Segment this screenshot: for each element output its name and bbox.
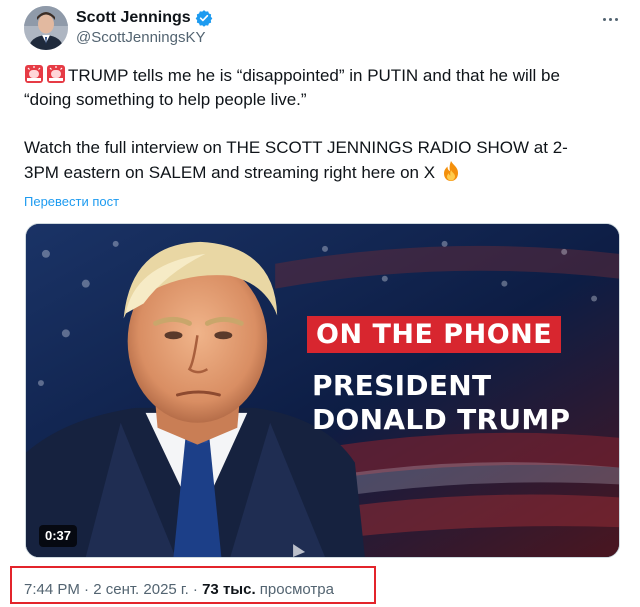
fire-icon <box>443 161 458 181</box>
verified-badge-icon <box>195 10 213 27</box>
tweet-text-line-2: “doing something to help people live.” <box>24 90 307 109</box>
tweet-text-line-1: TRUMP tells me he is “disappointed” in P… <box>68 66 560 85</box>
video-duration: 0:37 <box>39 525 78 547</box>
tweet-time[interactable]: 7:44 PM <box>24 581 80 598</box>
tweet-date[interactable]: 2 сент. 2025 г. <box>93 581 189 598</box>
tweet-line-4: 3PM eastern on SALEM and streaming right… <box>24 160 616 184</box>
on-the-phone-badge: ON THE PHONE <box>307 316 562 353</box>
tweet-line-2: “doing something to help people live.” <box>24 88 616 112</box>
tweet-line-1: TRUMP tells me he is “disappointed” in P… <box>24 64 616 88</box>
video-player[interactable]: ON THE PHONE PRESIDENT DONALD TRUMP 0:37 <box>25 223 620 558</box>
author-name-row: Scott Jennings <box>76 8 213 28</box>
tweet-text: TRUMP tells me he is “disappointed” in P… <box>24 64 616 184</box>
tweet-meta: 7:44 PM · 2 сент. 2025 г. · 73 тыс. прос… <box>24 580 334 599</box>
police-light-icon <box>25 65 43 83</box>
badge-text: ON THE PHONE <box>316 319 553 350</box>
video-title-line-2: DONALD TRUMP <box>312 403 571 436</box>
tweet: Scott Jennings @ScottJenningsKY TRUMP te… <box>0 0 640 607</box>
meta-separator: · <box>188 581 203 598</box>
author-display-name[interactable]: Scott Jennings <box>76 8 191 28</box>
translate-post-link[interactable]: Перевести пост <box>24 194 119 210</box>
avatar-image <box>24 6 68 50</box>
tweet-text-line-3: Watch the full interview on THE SCOTT JE… <box>24 138 568 157</box>
tweet-text-line-4: 3PM eastern on SALEM and streaming right… <box>24 163 436 182</box>
avatar[interactable] <box>24 6 68 50</box>
more-options-icon[interactable] <box>600 9 620 29</box>
meta-separator: · <box>79 581 94 598</box>
tweet-line-3: Watch the full interview on THE SCOTT JE… <box>24 136 616 160</box>
author-handle[interactable]: @ScottJenningsKY <box>76 29 205 47</box>
views-count: 73 тыс. <box>202 581 256 598</box>
video-title-line-1: PRESIDENT <box>312 369 492 402</box>
police-light-icon <box>47 65 65 83</box>
views-label: просмотра <box>255 581 334 598</box>
